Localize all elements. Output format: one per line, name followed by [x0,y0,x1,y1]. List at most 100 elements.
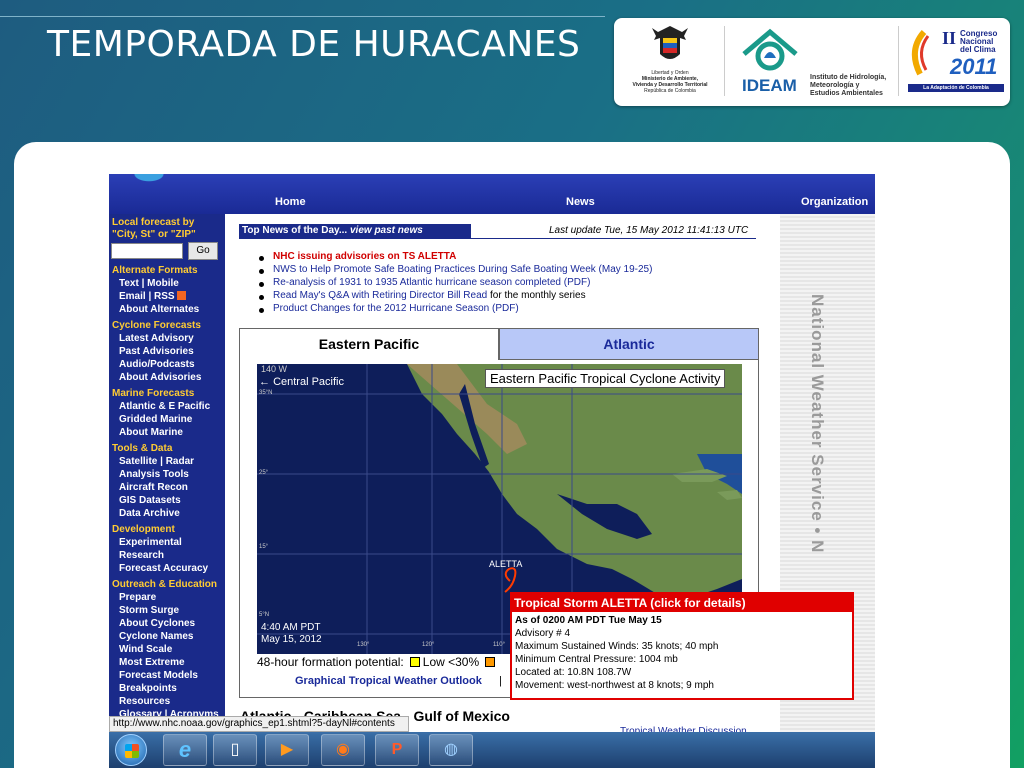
leftnav-item-forecast-accuracy[interactable]: Forecast Accuracy [119,563,208,574]
news-item-qa[interactable]: Read May's Q&A with Retiring Director Bi… [273,290,586,301]
nav-home-link[interactable]: Home [275,196,306,208]
ideam-desc-line: Meteorología y [810,82,860,89]
congreso-logo-icon [908,30,932,76]
nhc-website-screenshot: Home News Organization Local forecast by… [109,174,875,768]
news-item-aletta[interactable]: NHC issuing advisories on TS ALETTA [273,251,456,262]
central-pacific-link[interactable]: ← Central Pacific [259,376,344,388]
ideam-logo-icon [738,24,802,74]
popup-line: Maximum Sustained Winds: 35 knots; 40 mp… [515,641,719,652]
lon-label: 140 W [261,364,288,374]
taskbar-globe-button[interactable]: ◍ [429,734,473,766]
news-link: Read May's Q&A with Retiring Director Bi… [273,290,488,301]
leftnav-item-analysis-tools[interactable]: Analysis Tools [119,469,189,480]
leftnav-item-past-advisories[interactable]: Past Advisories [119,346,194,357]
news-bar: Top News of the Day... view past news [239,224,471,238]
leftnav-item-aircraft-recon[interactable]: Aircraft Recon [119,482,188,493]
ideam-desc-line: Estudios Ambientales [810,90,883,97]
news-bar-label: Top News of the Day... [242,225,348,236]
leftnav-item-audio-podcasts[interactable]: Audio/Podcasts [119,359,195,370]
tab-atlantic[interactable]: Atlantic [499,328,759,360]
leftnav-item-latest-advisory[interactable]: Latest Advisory [119,333,194,344]
search-label-line: Local forecast by [112,217,195,228]
lat-tick: 35°N [259,390,273,396]
congreso-top: Congreso Nacional del Clima [960,30,997,54]
leftnav-item-research[interactable]: Research [119,550,164,561]
forecast-search-input[interactable] [111,243,183,259]
bullet-icon [259,282,264,287]
leftnav-item-cyclone-names[interactable]: Cyclone Names [119,631,193,642]
nav-organization-link[interactable]: Organization [801,196,868,208]
leftnav-item-about-alternates[interactable]: About Alternates [119,304,199,315]
taskbar-firefox-button[interactable]: ◉ [321,734,365,766]
popup-line: Minimum Central Pressure: 1004 mb [515,654,678,665]
leftnav-item-data-archive[interactable]: Data Archive [119,508,180,519]
windows-logo-icon [125,744,139,758]
search-label: Local forecast by "City, St" or "ZIP" [112,217,196,241]
ministry-text: Libertad y Orden Ministerio de Ambiente,… [622,70,718,94]
storm-details-popup[interactable]: Tropical Storm ALETTA (click for details… [510,592,854,700]
leftnav-item-prepare[interactable]: Prepare [119,592,156,603]
ideam-desc: Instituto de Hidrología, Meteorología y … [810,74,886,98]
legend-medium-swatch [485,657,496,667]
leftnav-item-about-cyclones[interactable]: About Cyclones [119,618,195,629]
popup-title[interactable]: Tropical Storm ALETTA (click for details… [512,594,852,612]
legend-low-label: Low <30% [422,655,480,669]
rss-icon [177,291,187,300]
leftnav-item-email-rss[interactable]: Email | RSS [119,291,187,302]
news-item-reanalysis[interactable]: Re-analysis of 1931 to 1935 Atlantic hur… [273,277,590,288]
popup-line: Advisory # 4 [515,628,571,639]
storm-label: ALETTA [489,559,523,569]
bullet-icon [259,256,264,261]
leftnav-item-wind-scale[interactable]: Wind Scale [119,644,172,655]
leftnav-item-satellite-radar[interactable]: Satellite | Radar [119,456,194,467]
leftnav-heading: Marine Forecasts [112,388,195,399]
leftnav-item-forecast-models[interactable]: Forecast Models [119,670,198,681]
leftnav-item-experimental[interactable]: Experimental [119,537,182,548]
news-link: NHC issuing advisories on [273,251,400,262]
news-item-safe-boating[interactable]: NWS to Help Promote Safe Boating Practic… [273,264,652,275]
taskbar-ie-button[interactable]: e [163,734,207,766]
leftnav-item-about-advisories[interactable]: About Advisories [119,372,201,383]
taskbar-media-button[interactable]: ▶ [265,734,309,766]
congreso-tagline: La Adaptación de Colombia [908,84,1004,92]
lat-tick: 5°N [259,612,270,618]
leftnav-item-gridded-marine[interactable]: Gridded Marine [119,414,192,425]
gtwo-link[interactable]: Graphical Tropical Weather Outlook [295,675,482,687]
logo-separator [724,26,725,96]
legend-low-swatch [409,657,420,667]
formation-legend: 48-hour formation potential: Low <30% [257,655,498,669]
news-bar-rule [239,238,756,239]
view-past-news-link[interactable]: view past news [350,225,423,236]
taskbar-document-button[interactable]: ▯ [213,734,257,766]
popup-line: Movement: west-northwest at 8 knots; 9 m… [515,680,714,691]
leftnav-item-atlantic-e-pacific[interactable]: Atlantic & E Pacific [119,401,210,412]
search-label-line: "City, St" or "ZIP" [112,229,196,240]
leftnav-item-breakpoints[interactable]: Breakpoints [119,683,177,694]
tab-eastern-pacific[interactable]: Eastern Pacific [239,328,499,360]
ministry-line: República de Colombia [644,88,696,94]
last-update: Last update Tue, 15 May 2012 11:41:13 UT… [549,225,749,236]
lon-tick: 130° [357,642,370,648]
map-timestamp: 4:40 AM PDT May 15, 2012 [261,622,322,646]
leftnav-heading: Alternate Formats [112,265,198,276]
lon-tick: 120° [422,642,435,648]
leftnav-item-gis-datasets[interactable]: GIS Datasets [119,495,181,506]
leftnav-item-text-mobile[interactable]: Text | Mobile [119,278,179,289]
media-player-icon: ▶ [280,741,294,758]
taskbar-powerpoint-button[interactable]: P [375,734,419,766]
news-item-product-changes[interactable]: Product Changes for the 2012 Hurricane S… [273,303,519,314]
nav-news-link[interactable]: News [566,196,595,208]
popup-line: Located at: 10.8N 108.7W [515,667,632,678]
leftnav-item-most-extreme[interactable]: Most Extreme [119,657,185,668]
map-title: Eastern Pacific Tropical Cyclone Activit… [485,369,726,388]
leftnav-item-storm-surge[interactable]: Storm Surge [119,605,179,616]
leftnav-item-resources[interactable]: Resources [119,696,170,707]
leftnav-heading: Outreach & Education [112,579,218,590]
start-button[interactable] [115,734,147,766]
firefox-icon: ◉ [336,741,350,758]
news-link-extra: for the monthly series [487,290,586,301]
leftnav-item-about-marine[interactable]: About Marine [119,427,183,438]
storm-symbol-icon [504,567,517,593]
go-button[interactable]: Go [188,242,218,260]
congreso-numeral: II [942,28,957,48]
